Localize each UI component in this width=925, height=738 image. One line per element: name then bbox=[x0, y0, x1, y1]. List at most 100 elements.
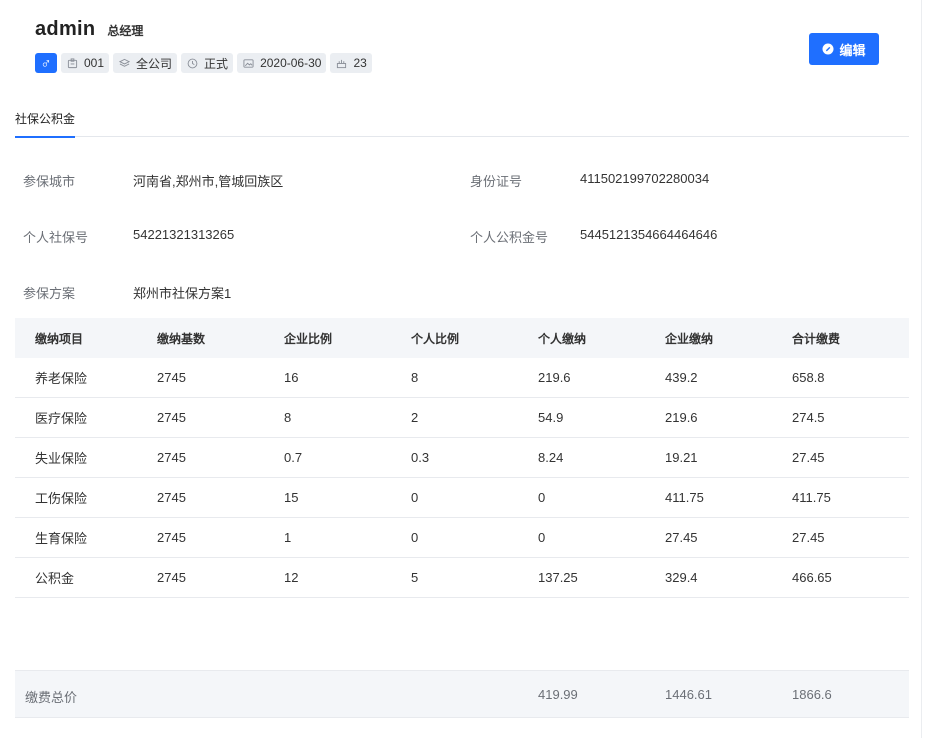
employee-id-tag: 001 bbox=[61, 53, 110, 73]
table-cell: 0.3 bbox=[411, 450, 430, 465]
column-header: 企业缴纳 bbox=[665, 331, 714, 346]
contribution-table: 缴纳项目 缴纳基数 企业比例 个人比例 个人缴纳 企业缴纳 合计缴费 养老保险 2… bbox=[15, 318, 909, 598]
table-cell: 工伤保险 bbox=[35, 491, 88, 506]
table-cell: 16 bbox=[284, 370, 299, 385]
right-border bbox=[921, 0, 922, 738]
total-label: 缴费总价 bbox=[25, 690, 78, 705]
id-number-label: 身份证号 bbox=[470, 174, 523, 189]
id-number-value: 411502199702280034 bbox=[580, 171, 710, 186]
table-cell: 0 bbox=[411, 530, 419, 545]
table-cell: 27.45 bbox=[665, 530, 698, 545]
total-company: 1446.61 bbox=[665, 687, 712, 702]
table-cell: 生育保险 bbox=[35, 531, 88, 546]
employee-id: 001 bbox=[84, 56, 105, 70]
insured-city-value: 河南省,郑州市,管城回族区 bbox=[133, 174, 284, 189]
table-cell: 养老保险 bbox=[35, 371, 88, 386]
column-header: 缴纳基数 bbox=[157, 331, 206, 346]
column-header: 合计缴费 bbox=[792, 331, 841, 346]
table-cell: 2745 bbox=[157, 410, 186, 425]
table-row: 失业保险 2745 0.7 0.3 8.24 19.21 27.45 bbox=[15, 438, 909, 478]
status-tag: 正式 bbox=[181, 53, 234, 73]
table-cell: 411.75 bbox=[665, 490, 704, 505]
table-cell: 5 bbox=[411, 570, 419, 585]
social-security-no-label: 个人社保号 bbox=[23, 230, 89, 245]
insurance-plan-value: 郑州市社保方案1 bbox=[133, 286, 232, 301]
table-cell: 8.24 bbox=[538, 450, 564, 465]
table-cell: 失业保险 bbox=[35, 451, 88, 466]
table-cell: 219.6 bbox=[665, 410, 698, 425]
column-header: 个人缴纳 bbox=[538, 331, 587, 346]
table-cell: 1 bbox=[284, 530, 292, 545]
table-cell: 8 bbox=[411, 370, 419, 385]
clock-icon bbox=[187, 58, 198, 68]
tab-label: 社保公积金 bbox=[15, 112, 76, 126]
company-name: 全公司 bbox=[136, 56, 173, 71]
table-cell: 27.45 bbox=[792, 530, 825, 545]
date-tag: 2020-06-30 bbox=[237, 53, 327, 73]
age-tag: 23 bbox=[330, 53, 372, 73]
total-personal: 419.99 bbox=[538, 687, 578, 702]
table-cell: 医疗保险 bbox=[35, 411, 88, 426]
table-cell: 0.7 bbox=[284, 450, 303, 465]
table-cell: 439.2 bbox=[665, 370, 698, 385]
social-security-no-value: 54221321313265 bbox=[133, 227, 235, 242]
employment-status: 正式 bbox=[204, 56, 229, 71]
active-tab-indicator bbox=[15, 136, 75, 138]
table-row: 公积金 2745 12 5 137.25 329.4 466.65 bbox=[15, 558, 909, 598]
table-cell: 54.9 bbox=[538, 410, 564, 425]
tab-social-security[interactable]: 社保公积金 bbox=[15, 100, 76, 138]
table-cell: 公积金 bbox=[35, 571, 75, 586]
cake-icon bbox=[337, 59, 347, 68]
insurance-plan-label: 参保方案 bbox=[23, 286, 76, 301]
insured-city-label: 参保城市 bbox=[23, 174, 76, 189]
age: 23 bbox=[353, 56, 367, 70]
layers-icon bbox=[119, 58, 131, 67]
table-cell: 137.25 bbox=[538, 570, 578, 585]
table-row: 养老保险 2745 16 8 219.6 439.2 658.8 bbox=[15, 358, 909, 398]
user-role: 总经理 bbox=[107, 24, 144, 38]
table-cell: 274.5 bbox=[792, 410, 825, 425]
table-cell: 2745 bbox=[157, 450, 186, 465]
table-row: 工伤保险 2745 15 0 0 411.75 411.75 bbox=[15, 478, 909, 518]
housing-fund-no-value: 5445121354664464646 bbox=[580, 227, 718, 242]
table-body: 养老保险 2745 16 8 219.6 439.2 658.8 医疗保险 2745 8 2 54.9… bbox=[15, 358, 909, 598]
image-card-icon bbox=[243, 58, 254, 68]
table-cell: 219.6 bbox=[538, 370, 571, 385]
table-cell: 0 bbox=[538, 490, 546, 505]
total-row: 缴费总价 419.99 1446.61 1866.6 bbox=[15, 670, 909, 718]
column-header: 企业比例 bbox=[284, 331, 333, 346]
table-cell: 15 bbox=[284, 490, 299, 505]
table-cell: 19.21 bbox=[665, 450, 698, 465]
male-gender-icon: ♂ bbox=[35, 53, 57, 73]
table-row: 生育保险 2745 1 0 0 27.45 27.45 bbox=[15, 518, 909, 558]
table-header: 缴纳项目 缴纳基数 企业比例 个人比例 个人缴纳 企业缴纳 合计缴费 bbox=[15, 318, 909, 358]
table-cell: 658.8 bbox=[792, 370, 825, 385]
table-cell: 8 bbox=[284, 410, 292, 425]
table-cell: 2 bbox=[411, 410, 419, 425]
table-cell: 2745 bbox=[157, 370, 186, 385]
table-cell: 12 bbox=[284, 570, 299, 585]
table-cell: 466.65 bbox=[792, 570, 832, 585]
table-cell: 0 bbox=[411, 490, 419, 505]
profile-tags: ♂ 001 全公司 正式 2020-06-30 23 bbox=[35, 53, 376, 73]
join-date: 2020-06-30 bbox=[260, 56, 322, 70]
table-cell: 0 bbox=[538, 530, 546, 545]
edit-button-label: 编辑 bbox=[839, 42, 866, 58]
table-cell: 329.4 bbox=[665, 570, 698, 585]
edit-button[interactable]: 编辑 bbox=[809, 33, 879, 65]
badge-icon bbox=[67, 57, 78, 68]
column-header: 缴纳项目 bbox=[35, 331, 84, 346]
profile-header: admin 总经理 bbox=[35, 18, 143, 46]
user-name: admin bbox=[35, 18, 96, 40]
table-cell: 27.45 bbox=[792, 450, 825, 465]
company-tag: 全公司 bbox=[113, 53, 178, 73]
column-header: 个人比例 bbox=[411, 331, 460, 346]
table-cell: 2745 bbox=[157, 530, 186, 545]
housing-fund-no-label: 个人公积金号 bbox=[470, 230, 549, 245]
tab-bar: 社保公积金 bbox=[15, 100, 909, 138]
table-cell: 2745 bbox=[157, 570, 186, 585]
table-cell: 2745 bbox=[157, 490, 186, 505]
edit-icon bbox=[822, 43, 834, 55]
table-cell: 411.75 bbox=[792, 490, 831, 505]
total-sum: 1866.6 bbox=[792, 687, 832, 702]
